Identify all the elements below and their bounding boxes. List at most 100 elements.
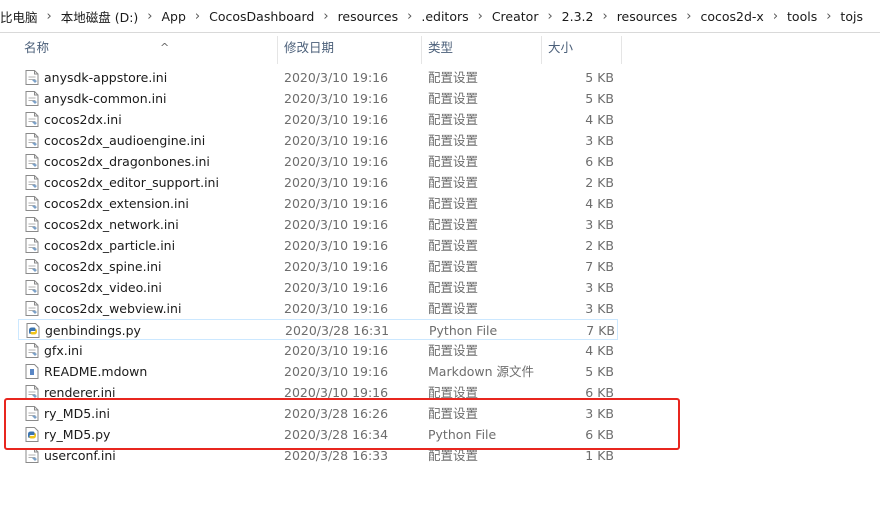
file-name: cocos2dx_video.ini xyxy=(44,280,162,295)
file-row[interactable]: cocos2dx.ini 2020/3/10 19:16 配置设置 4 KB xyxy=(18,109,618,130)
ini-file-icon xyxy=(25,175,39,190)
breadcrumb-item[interactable]: resources xyxy=(332,9,405,24)
python-file-icon xyxy=(26,323,40,338)
file-date: 2020/3/10 19:16 xyxy=(284,133,389,148)
ini-file-icon xyxy=(25,343,39,358)
file-name: anysdk-appstore.ini xyxy=(44,70,168,85)
breadcrumb-separator-icon[interactable]: › xyxy=(144,9,155,24)
file-type: 配置设置 xyxy=(428,175,479,190)
file-date: 2020/3/10 19:16 xyxy=(284,301,389,316)
column-header-date-label: 修改日期 xyxy=(284,40,335,55)
file-date: 2020/3/10 19:16 xyxy=(284,280,389,295)
file-size: 3 KB xyxy=(585,280,614,295)
file-name: cocos2dx_particle.ini xyxy=(44,238,176,253)
file-row[interactable]: anysdk-appstore.ini 2020/3/10 19:16 配置设置 5 … xyxy=(18,67,618,88)
column-header-size-label: 大小 xyxy=(548,40,574,55)
breadcrumb-separator-icon[interactable]: › xyxy=(475,9,486,24)
file-date: 2020/3/10 19:16 xyxy=(284,70,389,85)
file-row[interactable]: cocos2dx_particle.ini 2020/3/10 19:16 配置设置… xyxy=(18,235,618,256)
file-type: 配置设置 xyxy=(428,133,479,148)
file-name: cocos2dx_extension.ini xyxy=(44,196,189,211)
file-size: 6 KB xyxy=(585,154,614,169)
breadcrumb-item[interactable]: 比电脑 xyxy=(0,7,44,26)
ini-file-icon xyxy=(25,259,39,274)
breadcrumb-separator-icon[interactable]: › xyxy=(192,9,203,24)
file-row[interactable]: cocos2dx_audioengine.ini 2020/3/10 19:16 配… xyxy=(18,130,618,151)
file-date: 2020/3/10 19:16 xyxy=(284,343,389,358)
sort-ascending-icon: ^ xyxy=(160,41,170,54)
file-row[interactable]: cocos2dx_spine.ini 2020/3/10 19:16 配置设置 7 K… xyxy=(18,256,618,277)
column-header-date[interactable]: 修改日期 xyxy=(278,32,421,64)
breadcrumb-separator-icon[interactable]: › xyxy=(683,9,694,24)
file-date: 2020/3/10 19:16 xyxy=(284,91,389,106)
ini-file-icon xyxy=(25,448,39,463)
file-row[interactable]: README.mdown 2020/3/10 19:16 Markdown 源文件 5… xyxy=(18,361,618,382)
file-size: 3 KB xyxy=(585,133,614,148)
file-row[interactable]: cocos2dx_network.ini 2020/3/10 19:16 配置设置 3… xyxy=(18,214,618,235)
file-date: 2020/3/10 19:16 xyxy=(284,154,389,169)
breadcrumb: 比电脑 › 本地磁盘 (D:) › App › CocosDashboard › resourc… xyxy=(0,0,880,33)
column-header-size[interactable]: 大小 xyxy=(542,32,622,64)
file-type: 配置设置 xyxy=(428,238,479,253)
ini-file-icon xyxy=(25,70,39,85)
file-row[interactable]: gfx.ini 2020/3/10 19:16 配置设置 4 KB xyxy=(18,340,618,361)
file-row[interactable]: genbindings.py 2020/3/28 16:31 Python File… xyxy=(18,319,618,340)
file-name: genbindings.py xyxy=(45,323,141,338)
file-name: cocos2dx_network.ini xyxy=(44,217,179,232)
breadcrumb-item[interactable]: cocos2d-x xyxy=(694,9,769,24)
file-date: 2020/3/10 19:16 xyxy=(284,196,389,211)
file-type: 配置设置 xyxy=(428,280,479,295)
ini-file-icon xyxy=(25,133,39,148)
breadcrumb-separator-icon[interactable]: › xyxy=(770,9,781,24)
file-type: 配置设置 xyxy=(428,217,479,232)
breadcrumb-item[interactable]: resources xyxy=(611,9,684,24)
column-header-type[interactable]: 类型 xyxy=(422,32,541,64)
column-header-name[interactable]: 名称 ^ xyxy=(18,32,276,64)
file-date: 2020/3/10 19:16 xyxy=(284,175,389,190)
file-size: 3 KB xyxy=(585,217,614,232)
file-row[interactable]: anysdk-common.ini 2020/3/10 19:16 配置设置 5 KB xyxy=(18,88,618,109)
ini-file-icon xyxy=(25,154,39,169)
breadcrumb-separator-icon[interactable]: › xyxy=(544,9,555,24)
file-size: 3 KB xyxy=(585,301,614,316)
breadcrumb-separator-icon[interactable]: › xyxy=(823,9,834,24)
breadcrumb-item[interactable]: tojs xyxy=(834,9,869,24)
file-name: cocos2dx_spine.ini xyxy=(44,259,162,274)
annotation-highlight-box xyxy=(4,398,680,450)
file-name: gfx.ini xyxy=(44,343,83,358)
file-size: 2 KB xyxy=(585,238,614,253)
breadcrumb-item[interactable]: App xyxy=(156,9,192,24)
file-size: 7 KB xyxy=(585,259,614,274)
breadcrumb-item[interactable]: 2.3.2 xyxy=(556,9,600,24)
breadcrumb-item[interactable]: CocosDashboard xyxy=(203,9,320,24)
file-type: 配置设置 xyxy=(428,301,479,316)
file-size: 5 KB xyxy=(585,91,614,106)
breadcrumb-separator-icon[interactable]: › xyxy=(599,9,610,24)
file-row[interactable]: cocos2dx_editor_support.ini 2020/3/10 19:… xyxy=(18,172,618,193)
file-name: anysdk-common.ini xyxy=(44,91,167,106)
file-name: cocos2dx_editor_support.ini xyxy=(44,175,219,190)
file-row[interactable]: cocos2dx_video.ini 2020/3/10 19:16 配置设置 3 K… xyxy=(18,277,618,298)
file-row[interactable]: cocos2dx_extension.ini 2020/3/10 19:16 配置设… xyxy=(18,193,618,214)
file-name: cocos2dx_webview.ini xyxy=(44,301,182,316)
breadcrumb-item[interactable]: Creator xyxy=(486,9,545,24)
breadcrumb-item[interactable]: 本地磁盘 (D:) xyxy=(55,7,145,26)
breadcrumb-item[interactable]: .editors xyxy=(415,9,474,24)
file-row[interactable]: cocos2dx_webview.ini 2020/3/10 19:16 配置设置 3… xyxy=(18,298,618,319)
breadcrumb-separator-icon[interactable]: › xyxy=(404,9,415,24)
markdown-file-icon xyxy=(25,364,39,379)
file-size: 4 KB xyxy=(585,343,614,358)
breadcrumb-separator-icon[interactable]: › xyxy=(320,9,331,24)
breadcrumb-item[interactable]: tools xyxy=(781,9,823,24)
ini-file-icon xyxy=(25,91,39,106)
column-header-row: 名称 ^ 修改日期 类型 大小 xyxy=(0,32,880,64)
column-divider[interactable] xyxy=(621,36,622,64)
breadcrumb-separator-icon[interactable]: › xyxy=(44,9,55,24)
file-size: 5 KB xyxy=(585,70,614,85)
file-type: 配置设置 xyxy=(428,196,479,211)
file-type: 配置设置 xyxy=(428,343,479,358)
file-name: README.mdown xyxy=(44,364,148,379)
file-row[interactable]: cocos2dx_dragonbones.ini 2020/3/10 19:16 配… xyxy=(18,151,618,172)
ini-file-icon xyxy=(25,112,39,127)
ini-file-icon xyxy=(25,301,39,316)
